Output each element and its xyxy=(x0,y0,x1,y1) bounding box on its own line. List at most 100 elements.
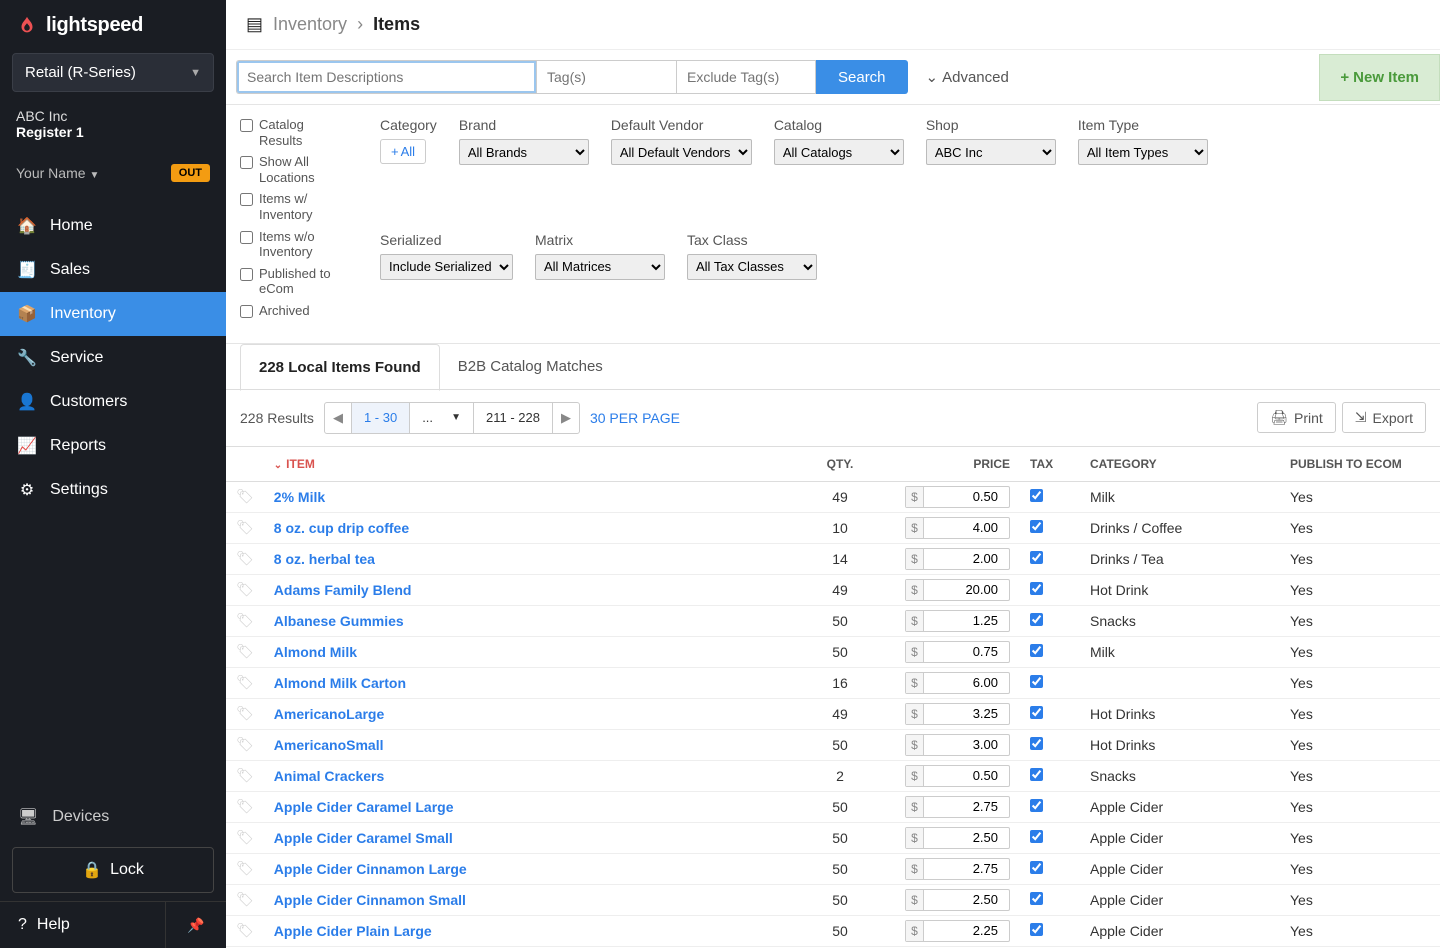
price-input[interactable]: $ xyxy=(905,889,1010,911)
matrix-select[interactable]: All Matrices xyxy=(535,254,665,280)
help-link[interactable]: ? Help xyxy=(0,902,166,948)
price-input[interactable]: $ xyxy=(905,579,1010,601)
tax-checkbox[interactable] xyxy=(1030,923,1043,936)
user-menu[interactable]: Your Name▼ xyxy=(16,165,99,181)
search-input[interactable] xyxy=(236,60,536,94)
tax-checkbox[interactable] xyxy=(1030,768,1043,781)
item-link[interactable]: Apple Cider Plain Large xyxy=(274,923,432,939)
col-price[interactable]: PRICE xyxy=(890,446,1020,481)
pager-prev[interactable]: ◀ xyxy=(325,403,352,433)
pin-button[interactable]: 📌 xyxy=(166,902,226,948)
nav-sales[interactable]: 🧾Sales xyxy=(0,248,226,292)
price-input[interactable]: $ xyxy=(905,641,1010,663)
brand-select[interactable]: All Brands xyxy=(459,139,589,165)
nav-service[interactable]: 🔧Service xyxy=(0,336,226,380)
pager-dropdown[interactable]: ... ▼ xyxy=(410,403,474,433)
nav-reports[interactable]: 📈Reports xyxy=(0,424,226,468)
tax-checkbox[interactable] xyxy=(1030,830,1043,843)
col-tax[interactable]: TAX xyxy=(1020,446,1080,481)
advanced-toggle[interactable]: ⌄Advanced xyxy=(926,68,1009,86)
tax-class-select[interactable]: All Tax Classes xyxy=(687,254,817,280)
item-link[interactable]: 8 oz. cup drip coffee xyxy=(274,520,409,536)
breadcrumb-parent[interactable]: Inventory xyxy=(273,14,347,35)
col-publish[interactable]: PUBLISH TO ECOM xyxy=(1280,446,1440,481)
tax-checkbox[interactable] xyxy=(1030,706,1043,719)
price-input[interactable]: $ xyxy=(905,796,1010,818)
price-input[interactable]: $ xyxy=(905,734,1010,756)
tax-checkbox[interactable] xyxy=(1030,675,1043,688)
price-input[interactable]: $ xyxy=(905,827,1010,849)
nav-inventory[interactable]: 📦Inventory xyxy=(0,292,226,336)
price-input[interactable]: $ xyxy=(905,548,1010,570)
product-selector[interactable]: Retail (R-Series) ▼ xyxy=(12,53,214,92)
catalog-select[interactable]: All Catalogs xyxy=(774,139,904,165)
tab-local-items[interactable]: 228 Local Items Found xyxy=(240,344,440,391)
results-count: 228 Results xyxy=(240,410,314,426)
filter-check-items-w-o-inventory[interactable]: Items w/o Inventory xyxy=(240,229,350,260)
export-button[interactable]: ⇲Export xyxy=(1342,402,1426,433)
inventory-icon: 📦 xyxy=(18,304,36,324)
tax-checkbox[interactable] xyxy=(1030,520,1043,533)
item-link[interactable]: Animal Crackers xyxy=(274,768,385,784)
new-item-button[interactable]: +New Item xyxy=(1319,54,1440,101)
tags-input[interactable] xyxy=(536,60,676,94)
price-input[interactable]: $ xyxy=(905,765,1010,787)
price-input[interactable]: $ xyxy=(905,858,1010,880)
item-link[interactable]: Apple Cider Caramel Large xyxy=(274,799,454,815)
category-all-button[interactable]: + All xyxy=(380,139,426,164)
filter-check-show-all-locations[interactable]: Show All Locations xyxy=(240,154,350,185)
col-item[interactable]: ⌄ITEM xyxy=(264,446,790,481)
item-link[interactable]: Almond Milk Carton xyxy=(274,675,406,691)
tab-b2b-catalog[interactable]: B2B Catalog Matches xyxy=(440,344,621,390)
item-link[interactable]: 2% Milk xyxy=(274,489,325,505)
print-button[interactable]: 🖨Print xyxy=(1257,402,1336,433)
filter-check-published-to-ecom[interactable]: Published to eCom xyxy=(240,266,350,297)
price-input[interactable]: $ xyxy=(905,920,1010,942)
item-type-select[interactable]: All Item Types xyxy=(1078,139,1208,165)
tax-checkbox[interactable] xyxy=(1030,489,1043,502)
lock-button[interactable]: 🔒 Lock xyxy=(12,847,214,893)
item-link[interactable]: 8 oz. herbal tea xyxy=(274,551,375,567)
filter-check-items-w-inventory[interactable]: Items w/ Inventory xyxy=(240,191,350,222)
filter-check-archived[interactable]: Archived xyxy=(240,303,350,319)
tax-checkbox[interactable] xyxy=(1030,892,1043,905)
price-input[interactable]: $ xyxy=(905,610,1010,632)
per-page-toggle[interactable]: 30 PER PAGE xyxy=(590,410,680,426)
price-input[interactable]: $ xyxy=(905,672,1010,694)
filter-check-catalog-results[interactable]: Catalog Results xyxy=(240,117,350,148)
tax-checkbox[interactable] xyxy=(1030,613,1043,626)
pager-page-1[interactable]: 1 - 30 xyxy=(352,403,410,433)
nav-settings[interactable]: ⚙Settings xyxy=(0,468,226,512)
search-button[interactable]: Search xyxy=(816,60,908,94)
price-input[interactable]: $ xyxy=(905,486,1010,508)
item-link[interactable]: Albanese Gummies xyxy=(274,613,404,629)
devices-link[interactable]: 🖥 Devices xyxy=(0,795,226,839)
nav-home[interactable]: 🏠Home xyxy=(0,204,226,248)
pager-next[interactable]: ▶ xyxy=(553,403,579,433)
tax-checkbox[interactable] xyxy=(1030,582,1043,595)
tax-checkbox[interactable] xyxy=(1030,551,1043,564)
price-input[interactable]: $ xyxy=(905,517,1010,539)
col-qty[interactable]: QTY. xyxy=(790,446,890,481)
nav-customers[interactable]: 👤Customers xyxy=(0,380,226,424)
tax-checkbox[interactable] xyxy=(1030,799,1043,812)
serialized-select[interactable]: Include Serialized xyxy=(380,254,513,280)
out-badge[interactable]: OUT xyxy=(171,164,210,182)
item-link[interactable]: Apple Cider Cinnamon Large xyxy=(274,861,467,877)
tax-checkbox[interactable] xyxy=(1030,644,1043,657)
pager-page-last[interactable]: 211 - 228 xyxy=(474,403,553,433)
item-link[interactable]: Adams Family Blend xyxy=(274,582,412,598)
item-link[interactable]: Apple Cider Cinnamon Small xyxy=(274,892,466,908)
tag-icon: 🏷 xyxy=(226,884,264,915)
item-link[interactable]: AmericanoLarge xyxy=(274,706,384,722)
item-link[interactable]: Almond Milk xyxy=(274,644,357,660)
tax-checkbox[interactable] xyxy=(1030,861,1043,874)
shop-select[interactable]: ABC Inc xyxy=(926,139,1056,165)
col-category[interactable]: CATEGORY xyxy=(1080,446,1280,481)
item-link[interactable]: Apple Cider Caramel Small xyxy=(274,830,453,846)
default-vendor-select[interactable]: All Default Vendors xyxy=(611,139,752,165)
tax-checkbox[interactable] xyxy=(1030,737,1043,750)
price-input[interactable]: $ xyxy=(905,703,1010,725)
item-link[interactable]: AmericanoSmall xyxy=(274,737,384,753)
exclude-tags-input[interactable] xyxy=(676,60,816,94)
